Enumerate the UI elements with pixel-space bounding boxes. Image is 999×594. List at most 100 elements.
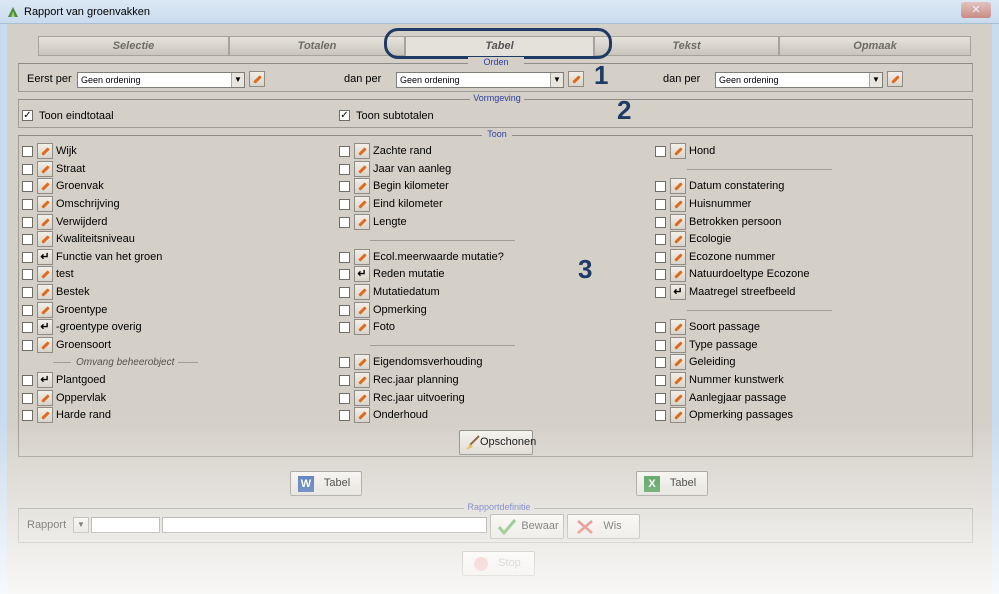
opschonen-button[interactable]: Opschonen <box>459 430 536 455</box>
rapport-dropdown-button[interactable]: ▼ <box>73 517 89 533</box>
toon-field-checkbox[interactable] <box>339 146 350 157</box>
return-arrow-icon[interactable]: ↵ <box>37 372 53 388</box>
excel-tabel-button[interactable]: X Tabel <box>636 471 708 496</box>
stop-button[interactable]: Stop <box>462 551 535 576</box>
toon-field-checkbox[interactable] <box>22 269 33 280</box>
pencil-edit-icon[interactable] <box>354 390 370 406</box>
return-arrow-icon[interactable]: ↵ <box>670 284 686 300</box>
pencil-edit-icon[interactable] <box>37 266 53 282</box>
toon-field-checkbox[interactable] <box>339 199 350 210</box>
toon-field-checkbox[interactable] <box>655 375 666 386</box>
toon-field-checkbox[interactable] <box>655 181 666 192</box>
pencil-edit-icon[interactable] <box>354 284 370 300</box>
pencil-edit-icon[interactable] <box>37 231 53 247</box>
pencil-edit-icon[interactable] <box>37 178 53 194</box>
eerst-per-select[interactable]: Geen ordening ▼ <box>77 72 245 88</box>
toon-field-checkbox[interactable] <box>655 217 666 228</box>
toon-field-checkbox[interactable] <box>339 322 350 333</box>
wis-button[interactable]: Wis <box>567 514 640 539</box>
pencil-edit-icon[interactable] <box>354 249 370 265</box>
pencil-edit-icon[interactable] <box>37 196 53 212</box>
toon-field-checkbox[interactable] <box>655 322 666 333</box>
toon-field-checkbox[interactable] <box>339 164 350 175</box>
toon-field-checkbox[interactable] <box>339 252 350 263</box>
toon-field-checkbox[interactable] <box>339 357 350 368</box>
pencil-edit-icon[interactable] <box>670 390 686 406</box>
return-arrow-icon[interactable]: ↵ <box>37 319 53 335</box>
rapport-name-input[interactable] <box>162 517 487 533</box>
toon-field-checkbox[interactable] <box>339 305 350 316</box>
pencil-edit-icon[interactable] <box>354 161 370 177</box>
eerst-per-edit-button[interactable] <box>249 71 265 87</box>
pencil-edit-icon[interactable] <box>37 407 53 423</box>
pencil-edit-icon[interactable] <box>354 196 370 212</box>
pencil-edit-icon[interactable] <box>670 337 686 353</box>
toon-field-checkbox[interactable] <box>655 252 666 263</box>
toon-field-checkbox[interactable] <box>339 269 350 280</box>
toon-field-checkbox[interactable] <box>655 340 666 351</box>
pencil-edit-icon[interactable] <box>670 372 686 388</box>
toon-field-checkbox[interactable] <box>655 393 666 404</box>
dan-per-select-2[interactable]: Geen ordening ▼ <box>715 72 883 88</box>
pencil-edit-icon[interactable] <box>354 319 370 335</box>
toon-field-checkbox[interactable] <box>22 252 33 263</box>
pencil-edit-icon[interactable] <box>37 143 53 159</box>
toon-subtotalen-checkbox[interactable]: ✓ <box>339 110 350 121</box>
pencil-edit-icon[interactable] <box>354 302 370 318</box>
close-button[interactable]: ✕ <box>961 2 991 18</box>
toon-field-checkbox[interactable] <box>655 287 666 298</box>
pencil-edit-icon[interactable] <box>37 337 53 353</box>
pencil-edit-icon[interactable] <box>37 284 53 300</box>
pencil-edit-icon[interactable] <box>670 143 686 159</box>
toon-field-checkbox[interactable] <box>655 234 666 245</box>
pencil-edit-icon[interactable] <box>670 214 686 230</box>
toon-field-checkbox[interactable] <box>655 410 666 421</box>
dan-per-select-1[interactable]: Geen ordening ▼ <box>396 72 564 88</box>
toon-field-checkbox[interactable] <box>339 181 350 192</box>
return-arrow-icon[interactable]: ↵ <box>354 266 370 282</box>
chevron-down-icon[interactable]: ▼ <box>550 73 563 87</box>
toon-field-checkbox[interactable] <box>339 287 350 298</box>
pencil-edit-icon[interactable] <box>670 354 686 370</box>
pencil-edit-icon[interactable] <box>670 319 686 335</box>
toon-field-checkbox[interactable] <box>22 393 33 404</box>
rapport-code-input[interactable] <box>91 517 160 533</box>
toon-field-checkbox[interactable] <box>22 164 33 175</box>
dan-per-edit-button-1[interactable] <box>568 71 584 87</box>
toon-field-checkbox[interactable] <box>22 287 33 298</box>
toon-field-checkbox[interactable] <box>22 375 33 386</box>
dan-per-edit-button-2[interactable] <box>887 71 903 87</box>
toon-field-checkbox[interactable] <box>22 181 33 192</box>
toon-field-checkbox[interactable] <box>339 217 350 228</box>
toon-field-checkbox[interactable] <box>22 322 33 333</box>
toon-field-checkbox[interactable] <box>339 393 350 404</box>
pencil-edit-icon[interactable] <box>37 390 53 406</box>
pencil-edit-icon[interactable] <box>354 407 370 423</box>
toon-field-checkbox[interactable] <box>655 146 666 157</box>
pencil-edit-icon[interactable] <box>670 196 686 212</box>
toon-field-checkbox[interactable] <box>339 375 350 386</box>
toon-field-checkbox[interactable] <box>22 340 33 351</box>
toon-field-checkbox[interactable] <box>22 305 33 316</box>
pencil-edit-icon[interactable] <box>670 407 686 423</box>
toon-eindtotaal-checkbox[interactable]: ✓ <box>22 110 33 121</box>
toon-field-checkbox[interactable] <box>22 217 33 228</box>
toon-field-checkbox[interactable] <box>22 146 33 157</box>
toon-field-checkbox[interactable] <box>655 269 666 280</box>
toon-field-checkbox[interactable] <box>655 199 666 210</box>
pencil-edit-icon[interactable] <box>354 178 370 194</box>
pencil-edit-icon[interactable] <box>670 249 686 265</box>
bewaar-button[interactable]: Bewaar <box>490 514 564 539</box>
pencil-edit-icon[interactable] <box>670 231 686 247</box>
tab-opmaak[interactable]: Opmaak <box>779 36 971 56</box>
toon-field-checkbox[interactable] <box>22 410 33 421</box>
pencil-edit-icon[interactable] <box>354 143 370 159</box>
pencil-edit-icon[interactable] <box>37 302 53 318</box>
toon-field-checkbox[interactable] <box>22 234 33 245</box>
pencil-edit-icon[interactable] <box>37 161 53 177</box>
return-arrow-icon[interactable]: ↵ <box>37 249 53 265</box>
chevron-down-icon[interactable]: ▼ <box>869 73 882 87</box>
pencil-edit-icon[interactable] <box>670 178 686 194</box>
chevron-down-icon[interactable]: ▼ <box>231 73 244 87</box>
pencil-edit-icon[interactable] <box>354 214 370 230</box>
